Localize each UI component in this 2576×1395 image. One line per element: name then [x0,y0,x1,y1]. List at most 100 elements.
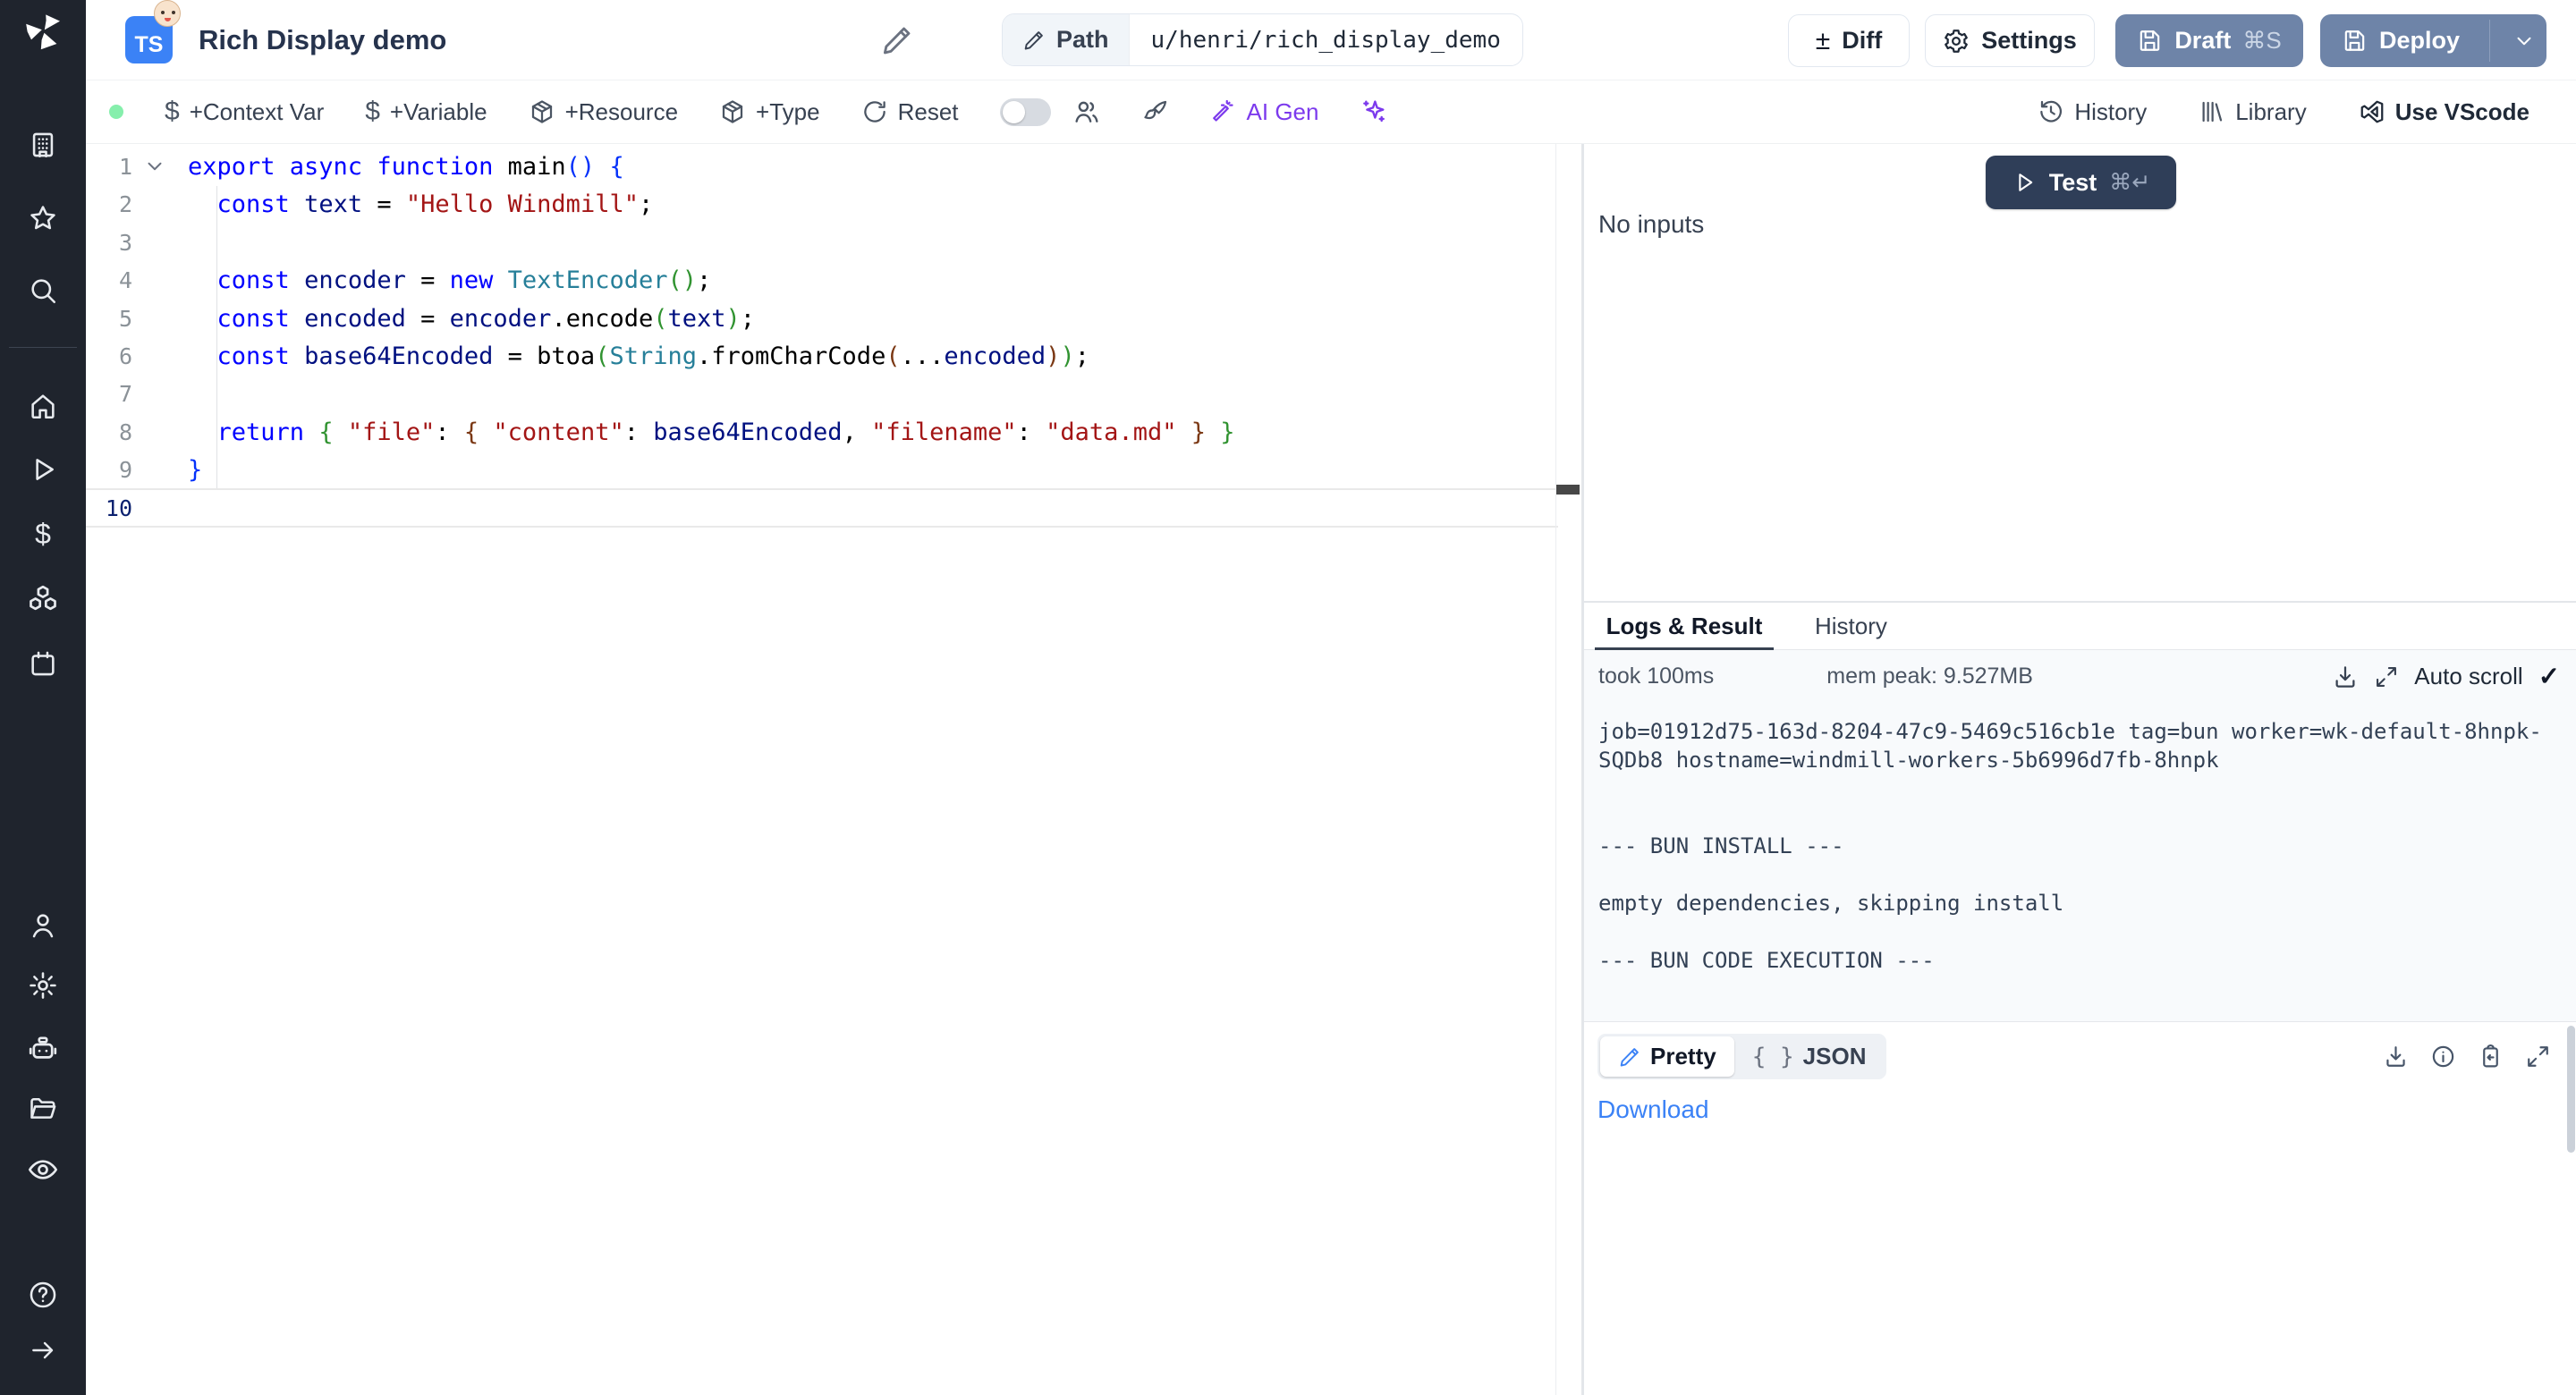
toggle-switch[interactable] [1000,98,1051,126]
fold-chevron-icon[interactable] [143,155,166,178]
chevron-down-icon [2512,30,2536,53]
sidebar-item-workspace[interactable] [23,125,63,165]
add-resource-button[interactable]: +Resource [529,98,678,126]
info-icon[interactable] [2430,1044,2456,1070]
code-line[interactable]: 8 return { "file": { "content": base64En… [86,413,1581,452]
code-line[interactable]: 9} [86,451,1581,489]
json-view-button[interactable]: { } JSON [1734,1036,1885,1077]
code-line[interactable]: 2 const text = "Hello Windmill"; [86,185,1581,224]
duration-text: took 100ms [1598,664,1714,689]
logs-output[interactable]: job=01912d75-163d-8204-47c9-5469c516cb1e… [1584,703,2576,1021]
sidebar-item-resources[interactable] [23,579,63,619]
add-variable-button[interactable]: $ +Variable [365,97,487,127]
draft-button[interactable]: Draft ⌘S [2115,14,2303,67]
sidebar-item-variables[interactable]: $ [23,514,63,554]
format-button[interactable] [1142,98,1169,125]
expand-icon[interactable] [2374,664,2399,689]
history-clock-icon [2038,98,2064,125]
ai-gen-button[interactable]: AI Gen [1210,98,1319,126]
sidebar-item-settings[interactable] [23,966,63,1005]
collaborators-button[interactable] [1072,97,1101,126]
check-icon[interactable]: ✓ [2538,661,2560,692]
dollar-icon: $ [35,518,51,551]
tab-logs-result[interactable]: Logs & Result [1595,603,1774,650]
save-icon [2342,28,2368,54]
line-number: 3 [86,224,132,262]
path-edit-button[interactable]: Path [1003,14,1130,65]
add-context-var-button[interactable]: $ +Context Var [165,97,324,127]
code-line[interactable]: 7 [86,375,1581,413]
baby-emoji-icon [154,0,181,27]
calendar-icon [28,648,58,679]
line-number: 1 [86,148,132,186]
deploy-dropdown-button[interactable] [2502,14,2546,67]
history-label: History [2074,98,2147,126]
play-icon [2012,170,2037,195]
code-line[interactable]: 3 [86,224,1581,262]
sidebar-divider [9,347,77,348]
page-title: Rich Display demo [199,0,446,80]
windmill-logo-icon[interactable] [21,11,64,54]
sparkles-icon [1360,97,1388,126]
deploy-divider [2489,20,2490,62]
add-type-button[interactable]: +Type [719,98,820,126]
reset-button[interactable]: Reset [861,98,959,126]
test-label: Test [2049,169,2097,197]
code-line[interactable]: 1export async function main() { [86,148,1581,186]
edit-summary-button[interactable] [880,23,914,57]
overview-ruler-cursor [1556,485,1580,495]
type-label: +Type [756,98,820,126]
editor-toolbar: $ +Context Var $ +Variable +Resource +Ty… [86,80,2576,144]
save-icon [2137,28,2163,54]
pencil-icon [1022,29,1046,52]
download-icon[interactable] [2332,664,2359,690]
braces-icon: { } [1752,1044,1794,1070]
line-number: 8 [86,413,132,452]
sidebar-item-runs[interactable] [23,450,63,489]
sidebar-item-home[interactable] [23,386,63,426]
download-icon[interactable] [2383,1044,2409,1070]
sidebar-item-workers[interactable] [23,1030,63,1070]
sidebar-item-users[interactable] [23,906,63,945]
tab-history[interactable]: History [1806,603,1896,650]
line-number: 10 [86,489,132,528]
download-result-link[interactable]: Download [1597,1095,1709,1124]
maximize-icon[interactable] [2525,1044,2551,1070]
sidebar-item-audit-logs[interactable] [23,1150,63,1189]
code-line[interactable]: 6 const base64Encoded = btoa(String.from… [86,337,1581,376]
lang-label: TS [135,32,164,58]
diff-mode-toggle[interactable] [1000,98,1051,126]
code-editor[interactable]: 1export async function main() {2 const t… [86,144,1581,1395]
settings-button[interactable]: Settings [1925,14,2095,67]
sidebar-item-favorites[interactable] [23,199,63,238]
sidebar-item-search[interactable] [23,271,63,310]
scrollbar-thumb[interactable] [2567,1026,2575,1153]
ai-suggest-button[interactable] [1360,97,1388,126]
sidebar: $ [0,0,86,1395]
path-control[interactable]: Path u/henri/rich_display_demo [1002,13,1523,66]
deploy-button[interactable]: Deploy [2320,14,2478,67]
history-button[interactable]: History [2038,98,2147,126]
pretty-view-button[interactable]: Pretty [1600,1036,1734,1077]
diff-button[interactable]: ± Diff [1788,14,1910,67]
play-icon [28,454,58,485]
results-tabs: Logs & Result History [1584,603,2576,650]
use-vscode-button[interactable]: Use VScode [2359,98,2529,126]
auto-scroll-label[interactable]: Auto scroll [2414,663,2522,690]
code-line[interactable]: 4 const encoder = new TextEncoder(); [86,261,1581,300]
code-line[interactable]: 10 [86,489,1581,528]
sidebar-item-expand[interactable] [23,1331,63,1370]
gear-icon [28,970,58,1001]
arrow-right-icon [29,1336,57,1365]
dollar-icon: $ [165,97,180,127]
sidebar-item-help[interactable] [23,1275,63,1315]
path-value[interactable]: u/henri/rich_display_demo [1130,14,1522,65]
code-line[interactable]: 5 const encoded = encoder.encode(text); [86,300,1581,338]
library-button[interactable]: Library [2199,98,2306,126]
clipboard-icon[interactable] [2478,1044,2504,1070]
test-button[interactable]: Test ⌘↵ [1986,156,2176,209]
sidebar-item-folders[interactable] [23,1089,63,1129]
paintbrush-icon [1142,98,1169,125]
draft-label: Draft [2174,27,2231,55]
sidebar-item-schedules[interactable] [23,644,63,683]
